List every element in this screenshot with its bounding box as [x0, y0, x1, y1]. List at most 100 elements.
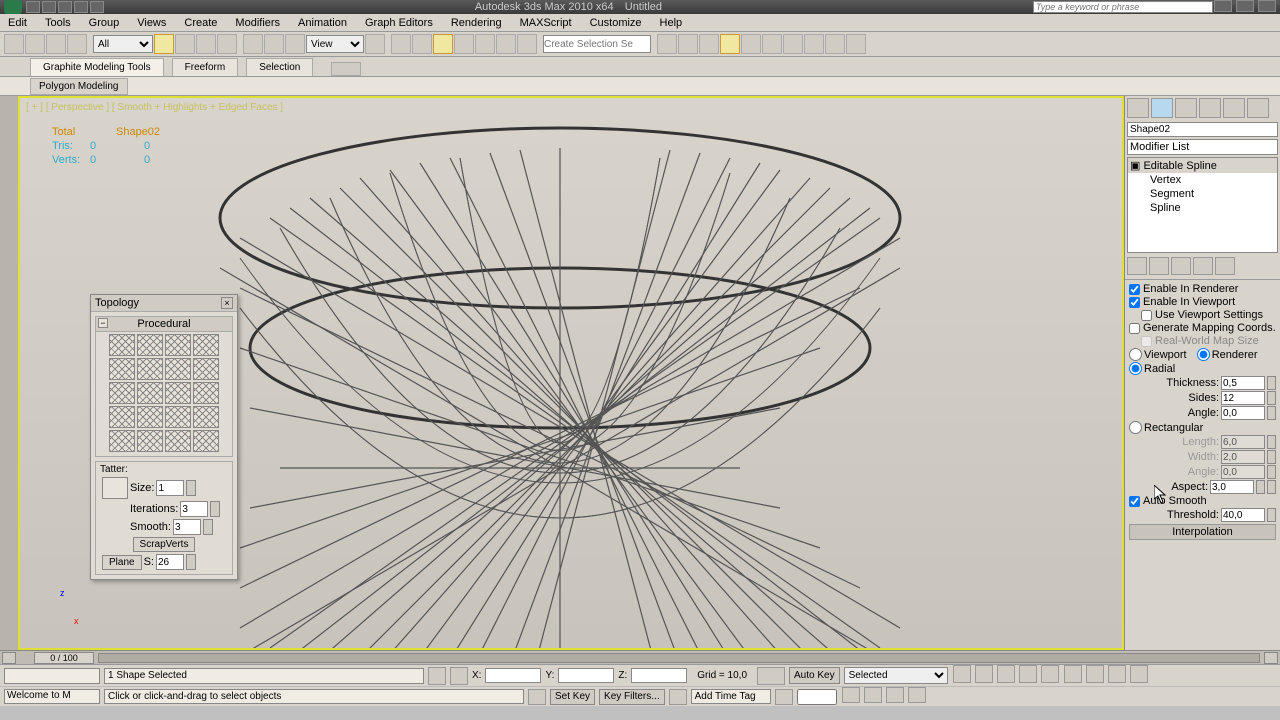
hierarchy-tab-icon[interactable] [1175, 98, 1197, 118]
pattern-button[interactable] [193, 334, 219, 356]
menu-rendering[interactable]: Rendering [451, 17, 502, 29]
ribbon-pin-icon[interactable] [331, 62, 361, 76]
qat-save-icon[interactable] [58, 1, 72, 13]
fov-icon[interactable] [908, 687, 926, 703]
menu-customize[interactable]: Customize [590, 17, 642, 29]
add-time-tag[interactable]: Add Time Tag [691, 689, 771, 704]
iterations-input[interactable] [180, 501, 208, 517]
curve-editor-icon[interactable] [741, 34, 761, 54]
lock-selection-icon[interactable] [428, 667, 446, 685]
gen-mapping-checkbox[interactable] [1129, 323, 1140, 334]
time-config-icon[interactable] [775, 689, 793, 705]
pattern-button[interactable] [137, 430, 163, 452]
z-input[interactable] [631, 668, 687, 683]
next-frame-icon[interactable] [1019, 665, 1037, 683]
menu-help[interactable]: Help [660, 17, 683, 29]
enable-viewport-checkbox[interactable] [1129, 297, 1140, 308]
zoom-icon[interactable] [1064, 665, 1082, 683]
pattern-button[interactable] [165, 334, 191, 356]
renderer-radio[interactable] [1197, 348, 1210, 361]
iterations-spinner[interactable] [210, 501, 220, 517]
pattern-button[interactable] [165, 382, 191, 404]
key-icon[interactable] [757, 667, 785, 685]
auto-key-button[interactable]: Auto Key [789, 667, 840, 684]
goto-end-icon[interactable] [1041, 665, 1059, 683]
stack-spline[interactable]: Spline [1128, 201, 1277, 215]
percent-snap-icon[interactable] [475, 34, 495, 54]
time-tag-icon[interactable] [669, 689, 687, 705]
pattern-button[interactable] [109, 334, 135, 356]
angle-input[interactable] [1221, 406, 1265, 420]
configure-sets-icon[interactable] [1215, 257, 1235, 275]
interpolation-rollout-title[interactable]: Interpolation [1129, 524, 1276, 540]
tab-selection[interactable]: Selection [246, 58, 313, 76]
object-name-input[interactable] [1127, 122, 1278, 137]
menu-tools[interactable]: Tools [45, 17, 71, 29]
tatter-swatch-icon[interactable] [102, 477, 128, 499]
angle-spinner[interactable] [1267, 406, 1276, 420]
menu-animation[interactable]: Animation [298, 17, 347, 29]
pattern-button[interactable] [137, 382, 163, 404]
timeline-left-icon[interactable] [2, 652, 16, 664]
aspect-input[interactable] [1210, 480, 1254, 494]
arc-rotate-icon[interactable] [864, 687, 882, 703]
pattern-button[interactable] [165, 406, 191, 428]
threshold-spinner[interactable] [1267, 508, 1276, 522]
link-icon[interactable] [46, 34, 66, 54]
pattern-button[interactable] [165, 430, 191, 452]
named-selection-input[interactable] [543, 35, 651, 53]
tab-freeform[interactable]: Freeform [172, 58, 239, 76]
threshold-input[interactable] [1221, 508, 1265, 522]
radial-radio[interactable] [1129, 362, 1142, 375]
keyboard-shortcut-icon[interactable] [412, 34, 432, 54]
script-listener-icon[interactable] [528, 689, 546, 705]
smooth-spinner[interactable] [203, 519, 213, 535]
scrapverts-button[interactable]: ScrapVerts [133, 537, 196, 552]
show-end-result-icon[interactable] [1149, 257, 1169, 275]
menu-group[interactable]: Group [89, 17, 120, 29]
qat-new-icon[interactable] [26, 1, 40, 13]
create-tab-icon[interactable] [1127, 98, 1149, 118]
rectangular-radio[interactable] [1129, 421, 1142, 434]
pattern-button[interactable] [193, 406, 219, 428]
motion-tab-icon[interactable] [1199, 98, 1221, 118]
thickness-spinner[interactable] [1267, 376, 1276, 390]
schematic-view-icon[interactable] [762, 34, 782, 54]
layers-icon[interactable] [699, 34, 719, 54]
pattern-button[interactable] [137, 334, 163, 356]
auto-smooth-checkbox[interactable] [1129, 496, 1140, 507]
timeline-track[interactable] [98, 653, 1260, 663]
pattern-button[interactable] [109, 406, 135, 428]
size-input[interactable] [156, 480, 184, 496]
enable-renderer-checkbox[interactable] [1129, 284, 1140, 295]
rotate-icon[interactable] [264, 34, 284, 54]
graphite-ribbon-icon[interactable] [720, 34, 740, 54]
key-mode-dropdown[interactable]: Selected [844, 667, 948, 684]
prev-frame-icon[interactable] [975, 665, 993, 683]
help-search-input[interactable] [1033, 1, 1213, 13]
viewport-radio[interactable] [1129, 348, 1142, 361]
x-input[interactable] [485, 668, 541, 683]
menu-maxscript[interactable]: MAXScript [520, 17, 572, 29]
time-scrubber[interactable]: 0 / 100 [34, 652, 94, 664]
window-crossing-icon[interactable] [217, 34, 237, 54]
unlink-icon[interactable] [67, 34, 87, 54]
tab-graphite-modeling[interactable]: Graphite Modeling Tools [30, 58, 164, 76]
selection-filter-dropdown[interactable]: All [93, 35, 153, 53]
pattern-button[interactable] [109, 382, 135, 404]
undo-icon[interactable] [4, 34, 24, 54]
polygon-modeling-button[interactable]: Polygon Modeling [30, 78, 128, 95]
edged-faces-icon[interactable] [517, 34, 537, 54]
topology-panel[interactable]: Topology× −Procedural Tatter: Size: Iter… [90, 294, 238, 580]
menu-modifiers[interactable]: Modifiers [235, 17, 280, 29]
select-rect-icon[interactable] [196, 34, 216, 54]
pattern-button[interactable] [109, 430, 135, 452]
pin-stack-icon[interactable] [1127, 257, 1147, 275]
maximize-viewport-icon[interactable] [886, 687, 904, 703]
utilities-tab-icon[interactable] [1247, 98, 1269, 118]
size-spinner[interactable] [186, 480, 196, 496]
collapse-icon[interactable]: − [98, 318, 108, 328]
snap-toggle-icon[interactable] [433, 34, 453, 54]
menu-edit[interactable]: Edit [8, 17, 27, 29]
aspect-spinner[interactable] [1256, 480, 1265, 494]
